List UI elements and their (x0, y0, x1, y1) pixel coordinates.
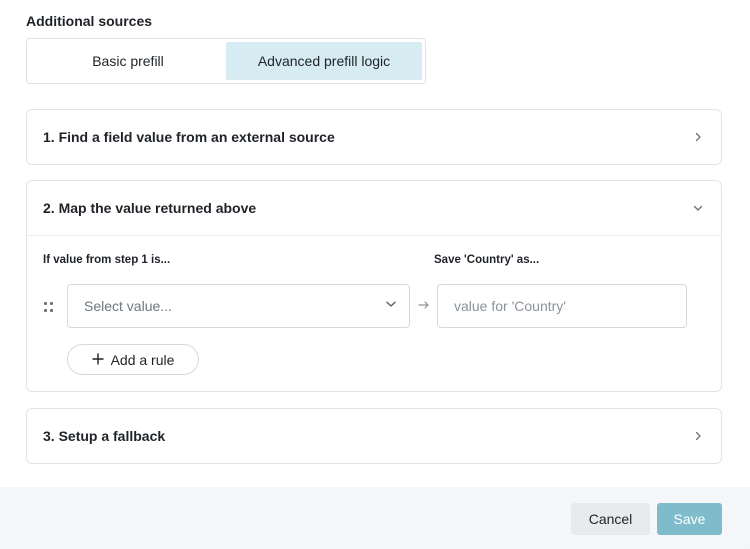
plus-icon (91, 352, 104, 368)
step-1-title: 1. Find a field value from an external s… (43, 129, 335, 145)
dialog-footer: Cancel Save (0, 487, 750, 549)
value-select[interactable]: Select value... (67, 284, 410, 328)
tab-advanced-prefill-logic[interactable]: Advanced prefill logic (226, 42, 422, 80)
chevron-right-icon (691, 130, 705, 144)
step-1-header[interactable]: 1. Find a field value from an external s… (27, 110, 721, 164)
arrow-right-icon (417, 298, 431, 312)
tab-basic-prefill[interactable]: Basic prefill (30, 42, 226, 80)
condition-column-label: If value from step 1 is... (43, 254, 171, 266)
value-select-placeholder: Select value... (84, 298, 172, 314)
step-3-header[interactable]: 3. Setup a fallback (27, 409, 721, 463)
add-rule-button[interactable]: Add a rule (67, 344, 199, 375)
step-3-card: 3. Setup a fallback (26, 408, 722, 464)
cancel-button[interactable]: Cancel (571, 503, 650, 535)
step-2-title: 2. Map the value returned above (43, 200, 257, 216)
step-3-title: 3. Setup a fallback (43, 428, 166, 444)
country-value-input[interactable] (437, 284, 687, 328)
chevron-right-icon (691, 429, 705, 443)
step-1-card: 1. Find a field value from an external s… (26, 109, 722, 165)
drag-handle-icon[interactable] (44, 302, 54, 312)
add-rule-label: Add a rule (110, 351, 175, 368)
step-2-header[interactable]: 2. Map the value returned above (27, 181, 721, 235)
step-2-card: 2. Map the value returned above If value… (26, 180, 722, 392)
save-button[interactable]: Save (657, 503, 722, 535)
step-2-body: If value from step 1 is... Save 'Country… (27, 235, 721, 391)
section-title: Additional sources (26, 13, 153, 29)
prefill-settings-panel: Additional sources Basic prefill Advance… (0, 0, 750, 549)
chevron-down-icon (385, 297, 397, 315)
prefill-mode-toggle: Basic prefill Advanced prefill logic (26, 38, 426, 84)
output-column-label: Save 'Country' as... (434, 254, 540, 266)
chevron-down-icon (691, 201, 705, 215)
